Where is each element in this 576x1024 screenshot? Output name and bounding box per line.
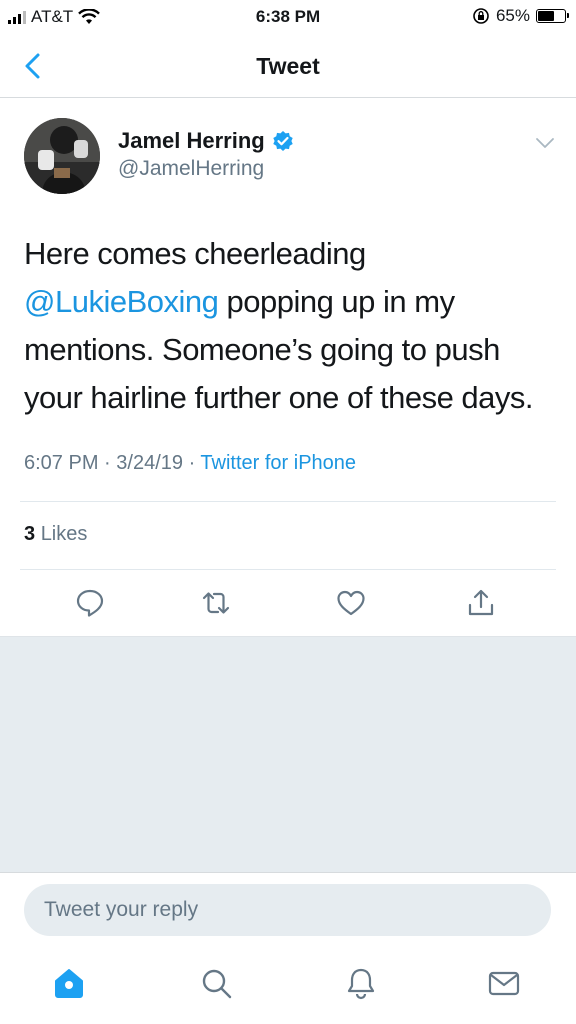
battery-percent: 65% xyxy=(495,6,530,25)
mention-link[interactable]: @LukieBoxing xyxy=(24,284,219,319)
meta-separator: · xyxy=(188,452,201,474)
tweet-date: 3/24/19 xyxy=(116,452,183,474)
avatar[interactable] xyxy=(24,118,100,194)
verified-badge-icon xyxy=(273,131,293,151)
home-icon[interactable] xyxy=(52,966,86,1000)
battery-icon xyxy=(536,9,569,23)
avatar-image xyxy=(24,118,100,194)
retweet-icon[interactable] xyxy=(200,587,232,619)
status-right: 65% xyxy=(472,6,569,26)
likes-count: 3 xyxy=(24,523,36,545)
meta-separator: · xyxy=(104,452,117,474)
divider xyxy=(20,501,556,502)
tweet-source-link[interactable]: Twitter for iPhone xyxy=(200,452,356,474)
reply-input[interactable] xyxy=(24,884,551,936)
divider xyxy=(20,569,556,570)
like-icon[interactable] xyxy=(335,587,367,619)
author-name[interactable]: Jamel Herring xyxy=(118,128,265,154)
page-title: Tweet xyxy=(256,53,320,79)
tweet-text-part1: Here comes cheerleading xyxy=(24,236,366,271)
tweet-meta: 6:07 PM · 3/24/19 · Twitter for iPhone xyxy=(24,452,356,475)
orientation-lock-icon xyxy=(473,8,489,24)
likes-label: Likes xyxy=(40,523,88,545)
tweet-time: 6:07 PM xyxy=(24,452,99,474)
chevron-down-icon[interactable] xyxy=(535,136,555,150)
tweet-text: Here comes cheerleading @LukieBoxing pop… xyxy=(24,230,554,422)
status-bar: AT&T 6:38 PM 65% xyxy=(0,0,576,36)
author-row: Jamel Herring xyxy=(118,128,294,154)
author-handle[interactable]: @JamelHerring xyxy=(118,157,264,181)
replies-area xyxy=(0,636,576,873)
nav-bar: Tweet xyxy=(0,36,576,98)
notifications-icon[interactable] xyxy=(344,966,378,1000)
likes-stat[interactable]: 3 Likes xyxy=(24,523,87,546)
share-icon[interactable] xyxy=(465,587,497,619)
messages-icon[interactable] xyxy=(487,966,521,1000)
search-icon[interactable] xyxy=(199,966,233,1000)
reply-icon[interactable] xyxy=(74,587,106,619)
